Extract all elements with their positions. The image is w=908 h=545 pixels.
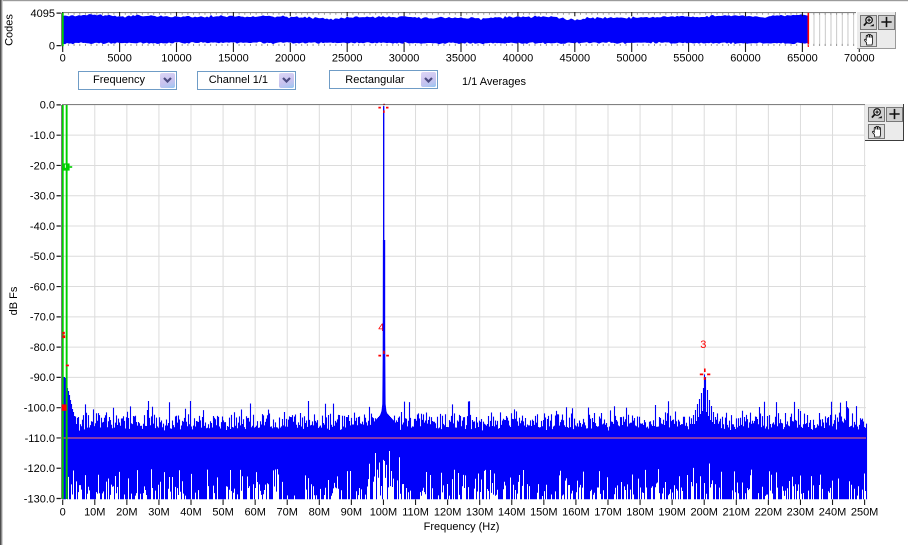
svg-text:-70.0: -70.0 [30, 312, 55, 324]
svg-text:230M: 230M [787, 507, 815, 519]
svg-text:10000: 10000 [161, 53, 192, 65]
svg-text:15000: 15000 [218, 53, 249, 65]
svg-text:-130.0: -130.0 [24, 493, 55, 505]
svg-text:Codes: Codes [4, 14, 16, 46]
svg-text:20000: 20000 [275, 53, 306, 65]
svg-text:-50.0: -50.0 [30, 251, 55, 263]
svg-text:-90.0: -90.0 [30, 372, 55, 384]
svg-text:130M: 130M [466, 507, 494, 519]
svg-text:190M: 190M [658, 507, 686, 519]
svg-text:Frequency (Hz): Frequency (Hz) [424, 521, 500, 533]
svg-text:10M: 10M [84, 507, 105, 519]
svg-text:0: 0 [49, 40, 55, 52]
svg-text:180M: 180M [626, 507, 654, 519]
svg-text:220M: 220M [755, 507, 783, 519]
svg-text:-60.0: -60.0 [30, 281, 55, 293]
svg-text:-20.0: -20.0 [30, 160, 55, 172]
svg-text:-30.0: -30.0 [30, 191, 55, 203]
svg-text:70M: 70M [277, 507, 298, 519]
svg-text:3: 3 [700, 339, 706, 351]
svg-text:50000: 50000 [616, 53, 647, 65]
svg-text:25000: 25000 [332, 53, 363, 65]
svg-text:45000: 45000 [560, 53, 591, 65]
svg-text:55000: 55000 [673, 53, 704, 65]
svg-text:200M: 200M [690, 507, 718, 519]
svg-text:30000: 30000 [389, 53, 420, 65]
svg-text:90M: 90M [341, 507, 362, 519]
svg-text:4095: 4095 [31, 8, 55, 20]
svg-text:35000: 35000 [446, 53, 477, 65]
svg-text:20M: 20M [116, 507, 137, 519]
svg-text:-10.0: -10.0 [30, 130, 55, 142]
svg-text:65000: 65000 [787, 53, 818, 65]
svg-text:30M: 30M [148, 507, 169, 519]
svg-text:0: 0 [60, 53, 66, 65]
svg-text:140M: 140M [498, 507, 526, 519]
svg-text:-100.0: -100.0 [24, 402, 55, 414]
svg-text:0: 0 [60, 507, 66, 519]
svg-text:120M: 120M [434, 507, 462, 519]
svg-text:-40.0: -40.0 [30, 221, 55, 233]
svg-text:-120.0: -120.0 [24, 463, 55, 475]
svg-text:160M: 160M [562, 507, 590, 519]
svg-text:5000: 5000 [107, 53, 131, 65]
svg-text:0.0: 0.0 [40, 100, 55, 112]
svg-text:40M: 40M [180, 507, 201, 519]
svg-text:170M: 170M [594, 507, 622, 519]
svg-text:60M: 60M [244, 507, 265, 519]
svg-text:1/1 Averages: 1/1 Averages [462, 76, 527, 88]
svg-text:40000: 40000 [503, 53, 534, 65]
svg-text:80M: 80M [309, 507, 330, 519]
svg-text:70000: 70000 [844, 53, 875, 65]
svg-text:100M: 100M [370, 507, 398, 519]
svg-text:210M: 210M [723, 507, 751, 519]
svg-text:240M: 240M [819, 507, 847, 519]
svg-text:110M: 110M [402, 507, 429, 519]
svg-text:-110.0: -110.0 [25, 433, 55, 445]
svg-text:250M: 250M [851, 507, 879, 519]
svg-text:50M: 50M [212, 507, 233, 519]
svg-text:-80.0: -80.0 [30, 342, 55, 354]
svg-text:150M: 150M [530, 507, 558, 519]
svg-text:60000: 60000 [730, 53, 761, 65]
svg-text:dB Fs: dB Fs [8, 286, 20, 315]
